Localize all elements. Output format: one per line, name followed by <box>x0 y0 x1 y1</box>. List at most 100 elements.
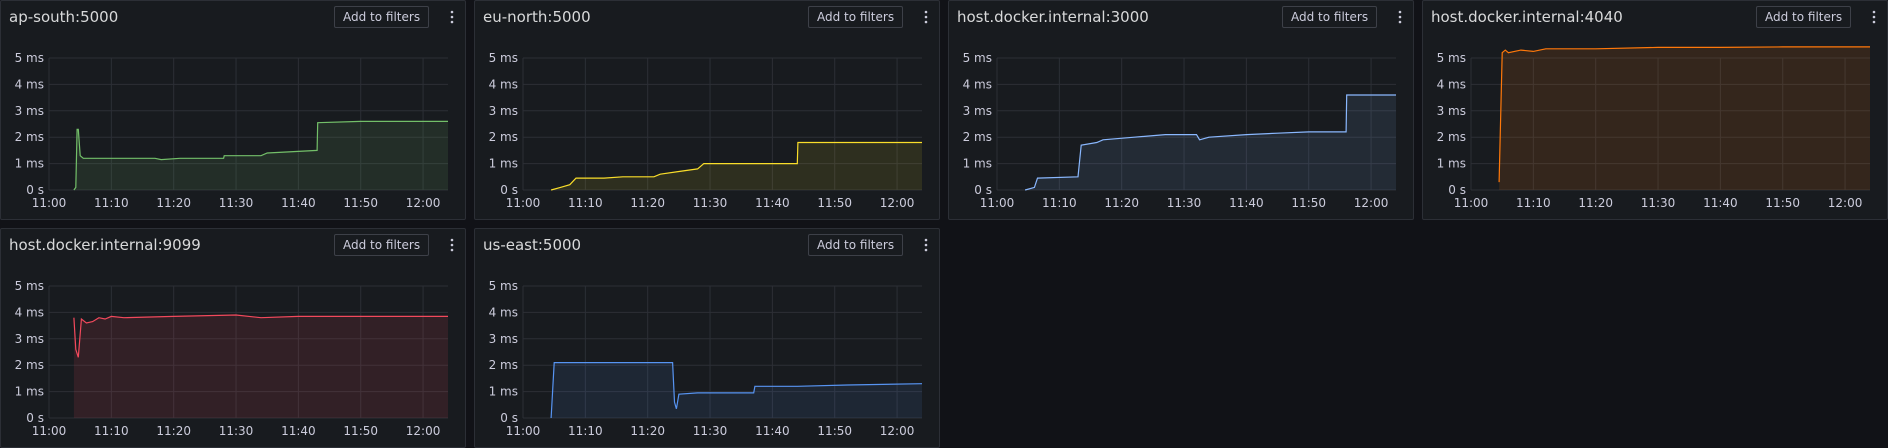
x-tick-label: 11:50 <box>1291 196 1326 210</box>
y-tick-label: 2 ms <box>489 130 518 144</box>
y-tick-label: 0 s <box>500 183 518 197</box>
y-tick-label: 4 ms <box>963 77 992 91</box>
latency-chart: 0 s 1 ms 2 ms 3 ms 4 ms 5 ms 11:00 11:10 11:20 11… <box>489 51 922 210</box>
y-tick-label: 2 ms <box>963 130 992 144</box>
series-area <box>73 315 449 418</box>
y-tick-label: 1 ms <box>963 157 992 171</box>
x-tick-label: 11:20 <box>156 196 191 210</box>
x-tick-label: 11:20 <box>156 424 191 438</box>
y-tick-label: 0 s <box>974 183 992 197</box>
panel-title: us-east:5000 <box>483 236 582 254</box>
x-tick-label: 11:50 <box>343 424 378 438</box>
x-tick-label: 11:00 <box>980 196 1015 210</box>
latency-chart: 0 s 1 ms 2 ms 3 ms 4 ms 5 ms 11:00 11:10 11:20 11… <box>1437 46 1870 210</box>
y-tick-label: 1 ms <box>15 385 44 399</box>
x-tick-label: 11:50 <box>817 424 852 438</box>
panel-title: host.docker.internal:9099 <box>9 236 201 254</box>
x-tick-label: 11:00 <box>1454 196 1489 210</box>
x-tick-label: 12:00 <box>406 424 441 438</box>
panel-title: host.docker.internal:4040 <box>1431 8 1623 26</box>
x-tick-label: 11:40 <box>755 196 790 210</box>
series-area <box>551 362 922 418</box>
x-tick-label: 11:10 <box>1516 196 1551 210</box>
latency-chart: 0 s 1 ms 2 ms 3 ms 4 ms 5 ms 11:00 11:10 11:20 11… <box>489 279 923 438</box>
x-tick-label: 12:00 <box>880 196 915 210</box>
x-tick-label: 12:00 <box>406 196 441 210</box>
vertical-dots-icon[interactable] <box>448 10 456 24</box>
panel-eu-north: eu-north:5000 Add to filters 0 s 1 ms 2 ms… <box>474 0 940 220</box>
y-tick-label: 1 ms <box>15 157 44 171</box>
y-tick-label: 5 ms <box>15 51 44 65</box>
x-tick-label: 11:20 <box>1578 196 1613 210</box>
x-tick-label: 11:40 <box>1229 196 1264 210</box>
y-tick-label: 1 ms <box>1437 157 1466 171</box>
x-tick-label: 11:30 <box>219 424 254 438</box>
latency-chart: 0 s 1 ms 2 ms 3 ms 4 ms 5 ms 11:00 11:10 11:20 11… <box>15 279 449 438</box>
vertical-dots-icon[interactable] <box>922 238 930 252</box>
y-tick-label: 2 ms <box>15 130 44 144</box>
x-tick-label: 12:00 <box>1354 196 1389 210</box>
add-to-filters-button[interactable]: Add to filters <box>808 234 904 256</box>
x-tick-label: 11:50 <box>817 196 852 210</box>
x-tick-label: 11:40 <box>1703 196 1738 210</box>
y-tick-label: 5 ms <box>15 279 44 293</box>
vertical-dots-icon[interactable] <box>1870 10 1878 24</box>
x-tick-label: 12:00 <box>880 424 915 438</box>
panel-title: ap-south:5000 <box>9 8 119 26</box>
x-tick-label: 11:30 <box>693 424 728 438</box>
x-tick-label: 11:00 <box>32 196 67 210</box>
x-tick-label: 11:10 <box>1042 196 1077 210</box>
y-tick-label: 4 ms <box>15 305 44 319</box>
add-to-filters-button[interactable]: Add to filters <box>334 234 430 256</box>
x-tick-label: 11:30 <box>219 196 254 210</box>
y-tick-label: 3 ms <box>489 104 518 118</box>
panel-title: host.docker.internal:3000 <box>957 8 1149 26</box>
y-tick-label: 4 ms <box>1437 77 1466 91</box>
x-tick-label: 11:10 <box>94 424 129 438</box>
y-tick-label: 5 ms <box>1437 51 1466 65</box>
vertical-dots-icon[interactable] <box>448 238 456 252</box>
x-tick-label: 11:00 <box>506 196 541 210</box>
add-to-filters-button[interactable]: Add to filters <box>1756 6 1852 28</box>
x-tick-label: 11:30 <box>1167 196 1202 210</box>
x-tick-label: 11:50 <box>343 196 378 210</box>
x-tick-label: 11:10 <box>568 196 603 210</box>
panel-host-4040: host.docker.internal:4040 Add to filters… <box>1422 0 1888 220</box>
y-tick-label: 4 ms <box>489 77 518 91</box>
y-tick-label: 2 ms <box>489 358 518 372</box>
y-tick-label: 4 ms <box>489 305 518 319</box>
x-tick-label: 11:40 <box>281 424 316 438</box>
y-tick-label: 2 ms <box>1437 130 1466 144</box>
vertical-dots-icon[interactable] <box>1396 10 1404 24</box>
y-tick-label: 1 ms <box>489 157 518 171</box>
vertical-dots-icon[interactable] <box>922 10 930 24</box>
y-tick-label: 5 ms <box>489 51 518 65</box>
panel-title: eu-north:5000 <box>483 8 591 26</box>
x-tick-label: 11:50 <box>1765 196 1800 210</box>
x-tick-label: 11:00 <box>32 424 67 438</box>
x-tick-label: 11:00 <box>506 424 541 438</box>
series-area <box>1499 46 1870 191</box>
panel-us-east: us-east:5000 Add to filters 0 s 1 ms 2 ms 3… <box>474 228 940 448</box>
x-tick-label: 11:30 <box>1641 196 1676 210</box>
x-tick-label: 11:30 <box>693 196 728 210</box>
add-to-filters-button[interactable]: Add to filters <box>808 6 904 28</box>
y-tick-label: 5 ms <box>963 51 992 65</box>
y-tick-label: 3 ms <box>15 332 44 346</box>
x-tick-label: 11:40 <box>755 424 790 438</box>
panel-host-9099: host.docker.internal:9099 Add to filters… <box>0 228 466 448</box>
x-tick-label: 11:20 <box>630 196 665 210</box>
y-tick-label: 1 ms <box>489 385 518 399</box>
panel-ap-south: ap-south:5000 Add to filters 0 s 1 ms 2 ms… <box>0 0 466 220</box>
y-tick-label: 5 ms <box>489 279 518 293</box>
x-tick-label: 11:10 <box>568 424 603 438</box>
y-tick-label: 3 ms <box>1437 104 1466 118</box>
y-tick-label: 0 s <box>500 411 518 425</box>
x-tick-label: 11:20 <box>1104 196 1139 210</box>
y-tick-label: 0 s <box>26 411 44 425</box>
x-tick-label: 11:10 <box>94 196 129 210</box>
add-to-filters-button[interactable]: Add to filters <box>1282 6 1378 28</box>
add-to-filters-button[interactable]: Add to filters <box>334 6 430 28</box>
y-tick-label: 0 s <box>1448 183 1466 197</box>
x-tick-label: 11:20 <box>630 424 665 438</box>
